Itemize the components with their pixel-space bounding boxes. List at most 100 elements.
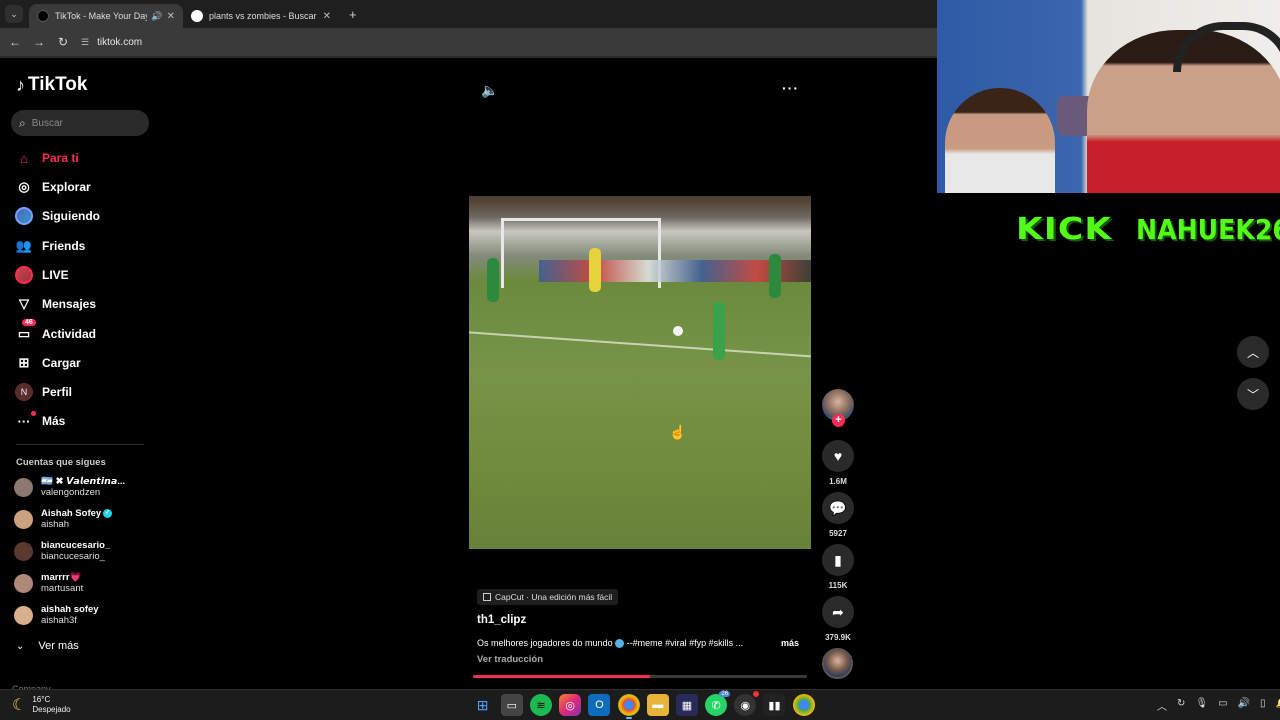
battery-icon[interactable]: ▯ [1260,698,1266,713]
nav-actividad[interactable]: ▭ 46 Actividad [14,319,96,346]
person-left [945,88,1055,193]
instagram-icon[interactable]: ◎ [559,694,582,716]
tiktok-favicon-icon [37,10,49,22]
video-author[interactable]: th1_clipz [477,614,526,626]
account-name: marrrr💗 [41,572,82,583]
volume-icon[interactable]: 🔈 [481,82,498,99]
moon-icon: ☾ [12,697,27,714]
progress-fill [473,675,651,678]
following-account[interactable]: 🇦🇷 ✖ 𝙑𝙖𝙡𝙚𝙣𝙩𝙞𝙣𝙖... valengondzen [14,476,125,498]
comments-count: 5927 [829,529,847,538]
description-text: Os melhores jogadores do mundo [477,638,613,648]
tiktok-logo[interactable]: ♪ TikTok [16,74,87,96]
nav-cargar[interactable]: ⊞ Cargar [14,351,81,375]
forward-icon[interactable]: → [27,35,51,49]
nav-label: Perfil [42,385,73,399]
task-view-icon[interactable]: ▭ [500,694,523,716]
video-progress-bar[interactable] [473,675,807,678]
save-button[interactable]: ▮ [822,544,854,576]
translate-link[interactable]: Ver traducción [477,654,543,665]
tiktok-note-icon: ♪ [16,74,25,95]
audio-app-icon[interactable]: ▮▮ [763,694,786,716]
nav-mas[interactable]: ··· Más [14,409,65,433]
following-account[interactable]: aishah sofey aishah3f [14,604,99,626]
activity-badge: 46 [22,319,36,326]
capcut-badge[interactable]: CapCut · Una edición más fácil [477,589,619,605]
account-name: 🇦🇷 ✖ 𝙑𝙖𝙡𝙚𝙣𝙩𝙞𝙣𝙖... [41,476,126,487]
cursor-icon: ☝ [669,424,687,440]
verified-icon: ✓ [103,508,113,518]
back-icon[interactable]: ← [3,35,27,49]
outlook-icon[interactable]: O [588,694,611,716]
nav-label: Para ti [42,151,79,165]
profile-avatar: N [14,382,34,402]
next-video-button[interactable]: ﹀ [1237,378,1269,410]
whatsapp-icon[interactable]: ✆ 26 [705,691,731,716]
music-disc-icon[interactable] [822,648,853,679]
account-name: biancucesario_ [41,540,111,551]
comment-icon: 💬 [829,499,847,516]
windows-start-icon[interactable]: ⊞ [472,694,494,716]
video-player[interactable] [469,196,811,549]
store-icon[interactable]: ▦ [675,694,698,716]
nav-mensajes[interactable]: ▽ Mensajes [14,292,96,316]
nav-siguiendo[interactable]: Siguiendo [14,204,100,228]
follow-plus-icon[interactable]: + [832,414,845,427]
following-account[interactable]: biancucesario_ biancucesario_ [14,540,110,562]
expand-description-button[interactable]: más [781,638,799,648]
site-info-icon[interactable]: ☰ [81,37,89,48]
recorder-icon[interactable]: ◉ [734,691,760,716]
webcam-overlay [937,0,1280,193]
previous-video-button[interactable]: ︿ [1237,336,1269,368]
url-field[interactable]: ☰ tiktok.com [81,37,142,48]
close-tab-icon[interactable]: ✕ [167,11,175,22]
notification-bell-icon[interactable]: 🔔 [1276,698,1280,713]
tab-title: plants vs zombies - Buscar con [209,11,319,21]
file-explorer-icon[interactable]: ▬ [646,694,669,716]
spotify-icon[interactable]: ≋ [529,694,552,716]
share-button[interactable]: ➦ [822,596,854,628]
chevron-down-icon: ⌄ [16,640,25,652]
nav-explorar[interactable]: ◎ Explorar [14,175,90,199]
following-account[interactable]: marrrr💗 martusant [14,572,83,594]
chevron-up-icon: ︿ [1246,345,1259,360]
display-icon[interactable]: ▭ [1218,698,1227,713]
tab-search-button[interactable]: ⌄ [5,5,23,23]
new-tab-button[interactable]: + [349,7,357,22]
chevron-up-icon[interactable]: ︿ [1157,698,1167,713]
weather-widget[interactable]: ☾ 16°C Despejado [12,695,71,715]
sync-icon[interactable]: ↻ [1177,698,1185,713]
chrome-profile-icon[interactable] [792,694,815,716]
following-avatar [14,206,34,226]
nav-live[interactable]: LIVE [14,263,69,287]
chrome-icon[interactable] [617,694,640,719]
account-handle: martusant [41,583,84,594]
player-figure [589,248,601,292]
hashtags[interactable]: --#meme #viral #fyp #skills ... [627,638,744,648]
compass-icon: ◎ [18,179,30,194]
volume-icon[interactable]: 🔊 [1238,698,1250,713]
following-account[interactable]: Aishah Sofey ✓ aishah [14,508,113,530]
shares-count: 379.9K [825,633,851,642]
search-input[interactable]: ⌕ Buscar [11,110,149,136]
speaker-icon[interactable]: 🔊 [151,11,162,22]
live-avatar [14,265,34,285]
account-handle: valengondzen [41,487,101,498]
nav-friends[interactable]: 👥 Friends [14,234,85,258]
tab-google-search[interactable]: plants vs zombies - Buscar con ✕ [183,4,339,28]
more-options-icon[interactable]: ··· [782,80,799,96]
tab-tiktok[interactable]: TikTok - Make Your Day 🔊 ✕ [29,4,183,28]
nav-para-ti[interactable]: ⌂ Para ti [14,146,79,170]
like-button[interactable]: ♥ [822,440,854,472]
account-name: Aishah Sofey [41,508,102,519]
weather-condition: Despejado [32,705,71,714]
close-tab-icon[interactable]: ✕ [323,11,331,22]
sidebar-divider [16,444,144,445]
comment-button[interactable]: 💬 [822,492,854,524]
nav-perfil[interactable]: N Perfil [14,380,72,404]
tab-title: TikTok - Make Your Day [55,11,148,21]
reload-icon[interactable]: ↻ [51,35,75,49]
microphone-icon[interactable]: 🎙 [1195,698,1208,713]
see-more-button[interactable]: ⌄ Ver más [16,640,79,652]
whatsapp-badge: 26 [719,691,731,697]
